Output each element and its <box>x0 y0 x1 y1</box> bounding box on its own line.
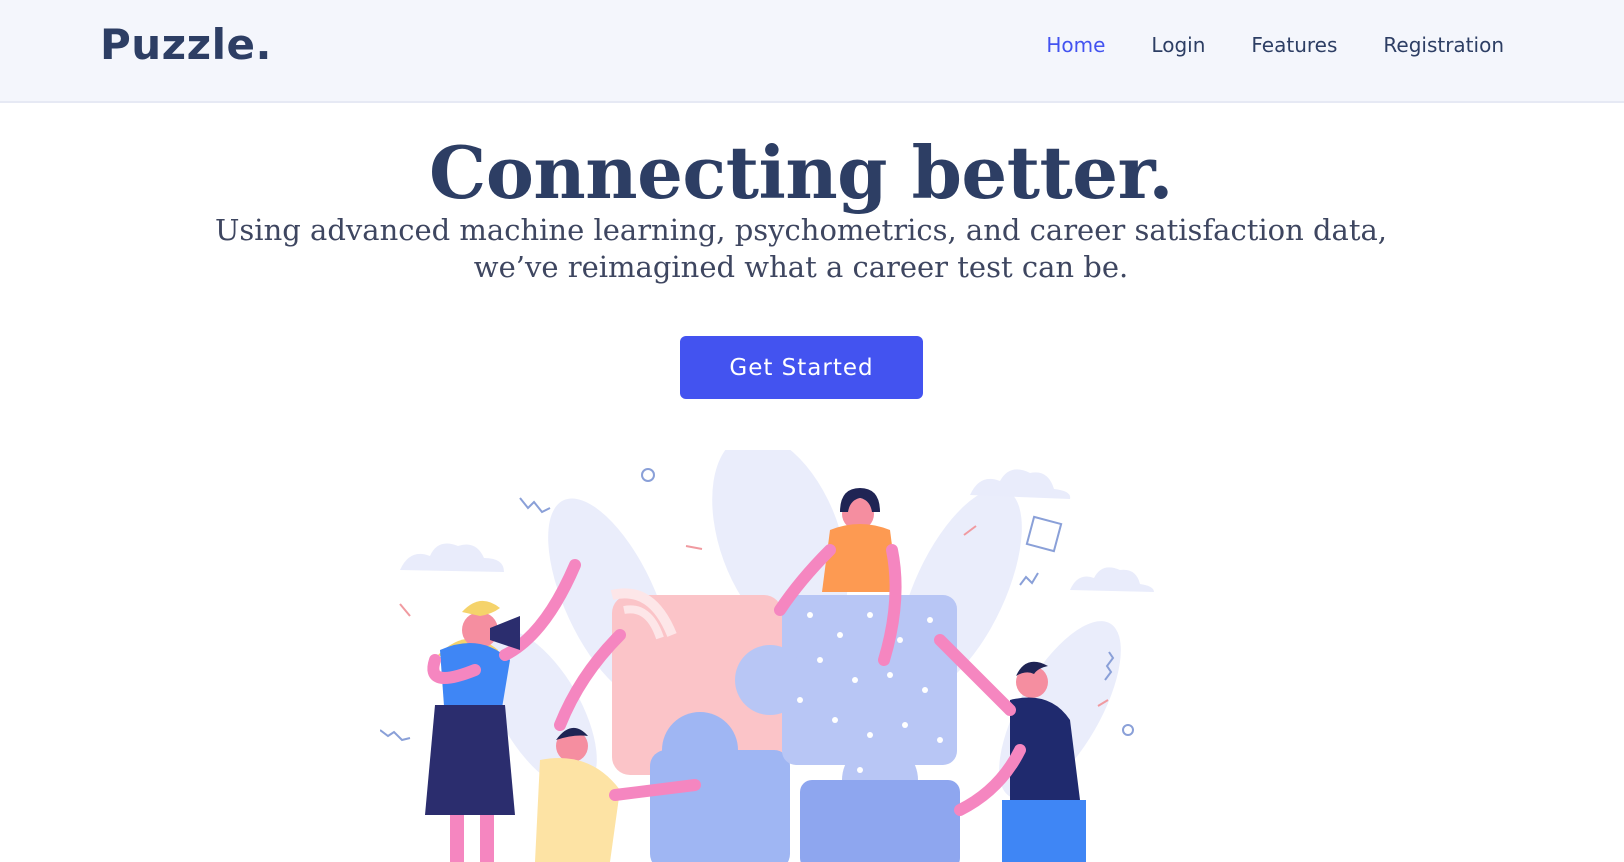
hero-subtitle: Using advanced machine learning, psychom… <box>0 212 1602 286</box>
hero-title: Connecting better. <box>429 130 1173 215</box>
hero-subtitle-line-2: we’ve reimagined what a career test can … <box>473 250 1129 284</box>
get-started-button[interactable]: Get Started <box>680 336 923 399</box>
dash-deco <box>399 603 411 617</box>
squiggle-deco <box>519 497 551 514</box>
nav-registration[interactable]: Registration <box>1383 33 1504 57</box>
brand-logo[interactable]: Puzzle. <box>100 20 272 69</box>
nav-login[interactable]: Login <box>1151 33 1205 57</box>
circle-deco <box>1122 724 1134 736</box>
squiggle-deco <box>380 729 411 742</box>
team-puzzle-illustration <box>380 450 1154 862</box>
hero-subtitle-line-1: Using advanced machine learning, psychom… <box>214 213 1388 247</box>
nav-features[interactable]: Features <box>1251 33 1337 57</box>
top-header: Puzzle. Home Login Features Registration <box>0 0 1624 103</box>
square-deco <box>1025 515 1063 553</box>
page: Puzzle. Home Login Features Registration… <box>0 0 1624 862</box>
main-nav: Home Login Features Registration <box>1046 33 1504 57</box>
circle-deco <box>641 468 655 482</box>
squiggle-deco <box>1019 572 1039 586</box>
nav-home[interactable]: Home <box>1046 33 1105 57</box>
blue-puzzle-piece-right <box>800 780 960 862</box>
dash-deco <box>685 545 703 550</box>
